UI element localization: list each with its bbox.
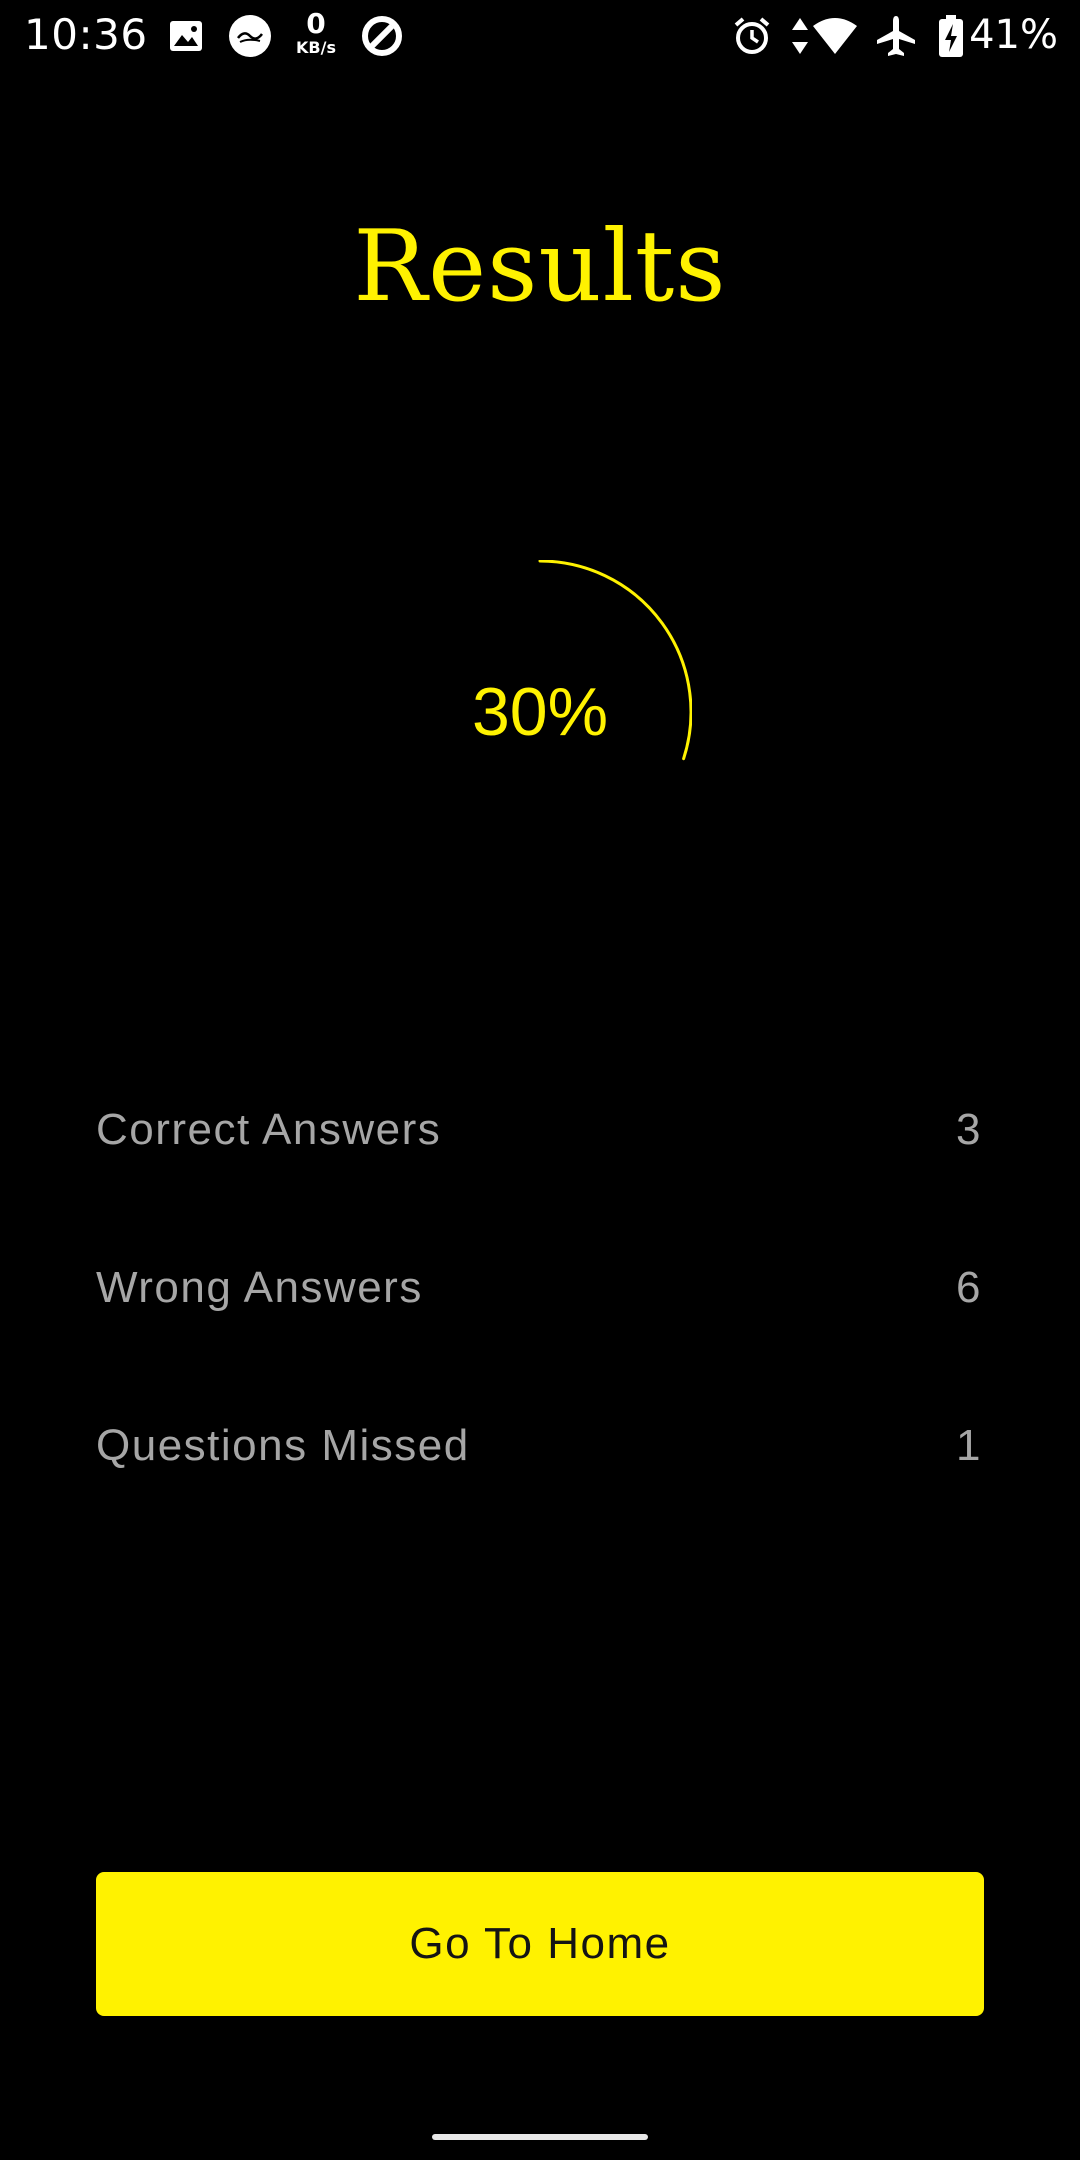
- stat-label-wrong: Wrong Answers: [96, 1263, 423, 1312]
- wifi-icon: [810, 14, 860, 58]
- stat-row-correct: Correct Answers 3: [96, 1092, 984, 1168]
- go-to-home-button[interactable]: Go To Home: [96, 1872, 984, 2016]
- netspeed-indicator: 0 KB/s: [292, 10, 340, 56]
- score-progress-ring: 30%: [388, 560, 692, 864]
- status-bar: 10:36 0 KB/s 41%: [0, 0, 1080, 72]
- image-icon: [166, 14, 206, 58]
- page-title: Results: [353, 210, 727, 324]
- netspeed-value: 0: [306, 7, 326, 40]
- stat-label-correct: Correct Answers: [96, 1105, 442, 1154]
- stat-value-wrong: 6: [956, 1263, 982, 1312]
- score-percentage: 30%: [471, 674, 609, 750]
- stat-value-missed: 1: [956, 1421, 982, 1470]
- alarm-icon: [730, 14, 774, 58]
- app-badge-icon: [226, 14, 274, 58]
- airplane-icon: [872, 14, 920, 58]
- results-stats: Correct Answers 3 Wrong Answers 6 Questi…: [96, 1092, 984, 1566]
- battery-charging-icon: [936, 14, 966, 58]
- netspeed-unit: KB/s: [296, 38, 336, 57]
- stat-label-missed: Questions Missed: [96, 1421, 470, 1470]
- gesture-nav-handle[interactable]: [432, 2134, 648, 2140]
- battery-percentage: 41%: [969, 12, 1058, 58]
- stat-row-wrong: Wrong Answers 6: [96, 1250, 984, 1326]
- stat-row-missed: Questions Missed 1: [96, 1408, 984, 1484]
- status-time: 10:36: [24, 10, 148, 59]
- results-screen: 10:36 0 KB/s 41% Results 30% Correct Ans…: [0, 0, 1080, 2160]
- data-arrows-icon: [788, 14, 812, 58]
- data-saver-icon: [358, 14, 406, 58]
- stat-value-correct: 3: [956, 1105, 982, 1154]
